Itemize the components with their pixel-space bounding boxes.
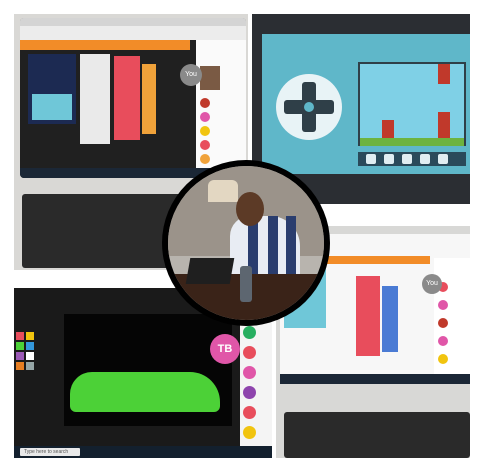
code-blocks-secondary (142, 64, 156, 134)
photo-laptop (185, 258, 235, 284)
participant-dot (200, 112, 210, 122)
photo-water-bottle (240, 266, 252, 302)
avatar: You (180, 64, 202, 86)
toolbar-button-icon (438, 154, 448, 164)
portrait-image (168, 166, 324, 320)
participant-dot (438, 300, 448, 310)
participant-dot (200, 140, 210, 150)
photo-lamp (208, 180, 238, 202)
game-obstacle (438, 64, 450, 84)
participant-dot (243, 326, 256, 339)
participant-dot (243, 386, 256, 399)
avatar: TB (210, 334, 240, 364)
app-toolbar (20, 40, 190, 50)
browser-tabs (20, 18, 246, 26)
color-swatch (16, 342, 24, 350)
windows-taskbar (280, 374, 470, 384)
photo-person-head (236, 192, 264, 226)
participant-dot (243, 346, 256, 359)
code-blocks-secondary (382, 286, 398, 352)
taskbar-search: Type here to search (20, 448, 80, 456)
code-blocks (356, 276, 380, 356)
game-green-hills (70, 372, 220, 412)
participant-dot (243, 366, 256, 379)
laptop-screen (262, 34, 470, 174)
color-swatch (16, 352, 24, 360)
participant-dot (438, 318, 448, 328)
participant-dot (200, 126, 210, 136)
participants-panel (240, 318, 272, 458)
toolbar-button-icon (384, 154, 394, 164)
participant-dot (438, 336, 448, 346)
laptop-keyboard (284, 412, 470, 458)
game-preview (28, 54, 76, 124)
participant-dot (200, 98, 210, 108)
participant-dot (243, 406, 256, 419)
avatar: You (422, 274, 442, 294)
color-swatch (26, 362, 34, 370)
toolbar-button-icon (420, 154, 430, 164)
blocks-palette (80, 54, 110, 144)
color-swatch (26, 342, 34, 350)
color-palette (16, 332, 36, 378)
participants-panel (434, 258, 470, 374)
code-blocks (114, 56, 140, 140)
laptop-screen: You (20, 18, 246, 178)
color-swatch (16, 332, 24, 340)
color-swatch (16, 362, 24, 370)
photo-collage: You TB Type here to search You (0, 0, 484, 465)
participant-dot (243, 426, 256, 439)
participants-panel (196, 40, 246, 178)
toolbar-button-icon (402, 154, 412, 164)
participant-video (200, 66, 220, 90)
dpad-center (304, 102, 314, 112)
game-ground (360, 138, 464, 146)
color-swatch (26, 332, 34, 340)
toolbar-button-icon (366, 154, 376, 164)
center-portrait-photo (162, 160, 330, 326)
participant-dot (438, 354, 448, 364)
participant-dot (200, 154, 210, 164)
game-controller (32, 94, 72, 120)
color-swatch (26, 352, 34, 360)
